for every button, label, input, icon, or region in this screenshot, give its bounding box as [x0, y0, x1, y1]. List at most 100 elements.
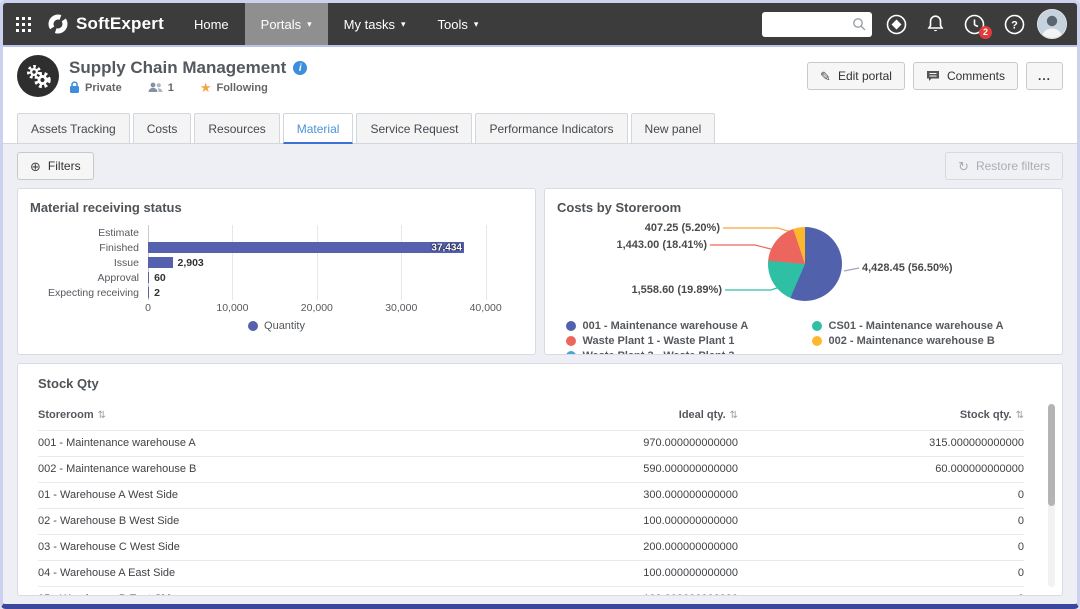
pie-slice-label: 407.25 (5.20%)	[560, 222, 720, 234]
help-icon[interactable]: ?	[1004, 14, 1025, 35]
privacy-badge: Private	[69, 81, 122, 94]
table-scrollbar-thumb[interactable]	[1048, 404, 1055, 506]
brand-logo[interactable]: SoftExpert	[43, 3, 178, 45]
more-options-button[interactable]: ...	[1026, 62, 1063, 90]
restore-filters-button[interactable]: ↻ Restore filters	[945, 152, 1063, 180]
members-count-value: 1	[168, 82, 174, 94]
table-row[interactable]: 001 - Maintenance warehouse A970.0000000…	[38, 431, 1024, 457]
legend-dot	[566, 321, 576, 331]
privacy-label: Private	[85, 82, 122, 94]
filters-row: ⊕ Filters ↻ Restore filters	[17, 152, 1063, 180]
table-cell: 200.000000000000	[472, 535, 738, 561]
apps-grid-icon[interactable]	[3, 3, 43, 45]
comments-button[interactable]: Comments	[913, 62, 1018, 90]
bar-value-label: 60	[154, 272, 166, 284]
table-cell: 100.000000000000	[472, 509, 738, 535]
table-cell: 0	[738, 561, 1024, 587]
legend-item: 002 - Maintenance warehouse B	[812, 335, 1042, 347]
bar: 37,434	[148, 242, 464, 253]
nav-item-label: Tools	[437, 17, 467, 32]
quick-access-icon[interactable]	[886, 14, 907, 35]
portal-meta: Private 1 ★ Following	[69, 81, 307, 94]
nav-item-portals[interactable]: Portals ▾	[245, 3, 328, 45]
bar	[148, 287, 149, 298]
nav-item-label: My tasks	[344, 17, 395, 32]
pending-tasks-icon[interactable]: 2	[964, 14, 985, 35]
search-icon[interactable]	[852, 17, 866, 31]
tab-costs[interactable]: Costs	[133, 113, 192, 143]
legend-item: CS01 - Maintenance warehouse A	[812, 320, 1042, 332]
nav-item-home[interactable]: Home	[178, 3, 245, 45]
legend-item: 001 - Maintenance warehouse A	[566, 320, 796, 332]
table-cell: 100.000000000000	[472, 561, 738, 587]
info-icon[interactable]: i	[293, 61, 307, 75]
pending-tasks-badge: 2	[979, 26, 992, 39]
comment-bubble-icon	[926, 70, 940, 82]
pie-slice-label: 1,558.60 (19.89%)	[562, 284, 722, 296]
column-header-ideal-qty-[interactable]: Ideal qty.⇅	[472, 401, 738, 431]
comments-label: Comments	[947, 69, 1005, 83]
bar-track: 37,434	[148, 240, 511, 255]
bar-chart: EstimateFinished37,434Issue2,903Approval…	[30, 225, 523, 332]
filters-label: Filters	[48, 159, 81, 173]
bar-rows: EstimateFinished37,434Issue2,903Approval…	[30, 225, 523, 300]
table-row[interactable]: 02 - Warehouse B West Side100.0000000000…	[38, 509, 1024, 535]
nav-item-label: Portals	[261, 17, 301, 32]
table-row[interactable]: 04 - Warehouse A East Side100.0000000000…	[38, 561, 1024, 587]
tabbar: Assets TrackingCostsResourcesMaterialSer…	[3, 105, 1077, 144]
svg-text:?: ?	[1011, 19, 1018, 31]
table-row[interactable]: 03 - Warehouse C West Side200.0000000000…	[38, 535, 1024, 561]
legend-label: Quantity	[264, 320, 305, 332]
table-cell: 0	[738, 587, 1024, 597]
nav-menu: Home Portals ▾ My tasks▾ Tools ▾	[178, 3, 494, 45]
table-scrollbar-track[interactable]	[1048, 404, 1055, 587]
table-row[interactable]: 01 - Warehouse A West Side300.0000000000…	[38, 483, 1024, 509]
tab-new-panel[interactable]: New panel	[631, 113, 716, 143]
nav-item-tools[interactable]: Tools ▾	[421, 3, 494, 45]
user-avatar[interactable]	[1037, 9, 1067, 39]
pencil-icon: ✎	[820, 70, 831, 83]
chevron-down-icon: ▾	[474, 19, 479, 30]
table-cell: 0	[738, 535, 1024, 561]
legend-dot	[566, 336, 576, 346]
bar	[148, 257, 173, 268]
bar-value-label: 37,434	[431, 242, 462, 253]
bar-row: Finished 37,434	[30, 240, 523, 255]
tab-resources[interactable]: Resources	[194, 113, 279, 143]
legend-item: Waste Plant 3 - Waste Plant 3	[566, 350, 796, 355]
sort-icon: ⇅	[730, 410, 738, 421]
legend-label: 002 - Maintenance warehouse B	[829, 335, 995, 347]
brand-name: SoftExpert	[76, 14, 164, 34]
stock-table-card: Stock Qty Storeroom⇅Ideal qty.⇅Stock qty…	[17, 363, 1063, 596]
bar-value-label: 2	[154, 287, 160, 299]
tab-service-request[interactable]: Service Request	[356, 113, 472, 143]
table-cell: 100.000000000000	[472, 587, 738, 597]
tab-material[interactable]: Material	[283, 113, 354, 144]
apps-grid-glyph	[16, 17, 31, 32]
edit-portal-button[interactable]: ✎ Edit portal	[807, 62, 905, 90]
bar-track: 60	[148, 270, 511, 285]
notifications-bell-icon[interactable]	[926, 14, 945, 34]
tab-performance-indicators[interactable]: Performance Indicators	[475, 113, 627, 143]
x-tick-label: 20,000	[301, 302, 333, 314]
bar-category-label: Finished	[30, 242, 148, 254]
chevron-down-icon: ▾	[307, 19, 312, 30]
nav-item-label: Home	[194, 17, 229, 32]
filters-button[interactable]: ⊕ Filters	[17, 152, 94, 180]
table-row[interactable]: 05 - Warehouse B East Side100.0000000000…	[38, 587, 1024, 597]
column-header-storeroom[interactable]: Storeroom⇅	[38, 401, 472, 431]
table-cell: 001 - Maintenance warehouse A	[38, 431, 472, 457]
column-header-stock-qty-[interactable]: Stock qty.⇅	[738, 401, 1024, 431]
tab-assets-tracking[interactable]: Assets Tracking	[17, 113, 130, 143]
legend-label: CS01 - Maintenance warehouse A	[829, 320, 1004, 332]
people-icon	[148, 82, 163, 93]
nav-item-my-tasks[interactable]: My tasks▾	[328, 3, 422, 45]
table-cell: 02 - Warehouse B West Side	[38, 509, 472, 535]
following-badge[interactable]: ★ Following	[200, 81, 268, 94]
portal-gears-icon	[17, 55, 59, 97]
table-cell: 590.000000000000	[472, 457, 738, 483]
table-cell: 60.000000000000	[738, 457, 1024, 483]
table-cell: 03 - Warehouse C West Side	[38, 535, 472, 561]
table-row[interactable]: 002 - Maintenance warehouse B590.0000000…	[38, 457, 1024, 483]
topbar-spacer	[494, 3, 762, 45]
